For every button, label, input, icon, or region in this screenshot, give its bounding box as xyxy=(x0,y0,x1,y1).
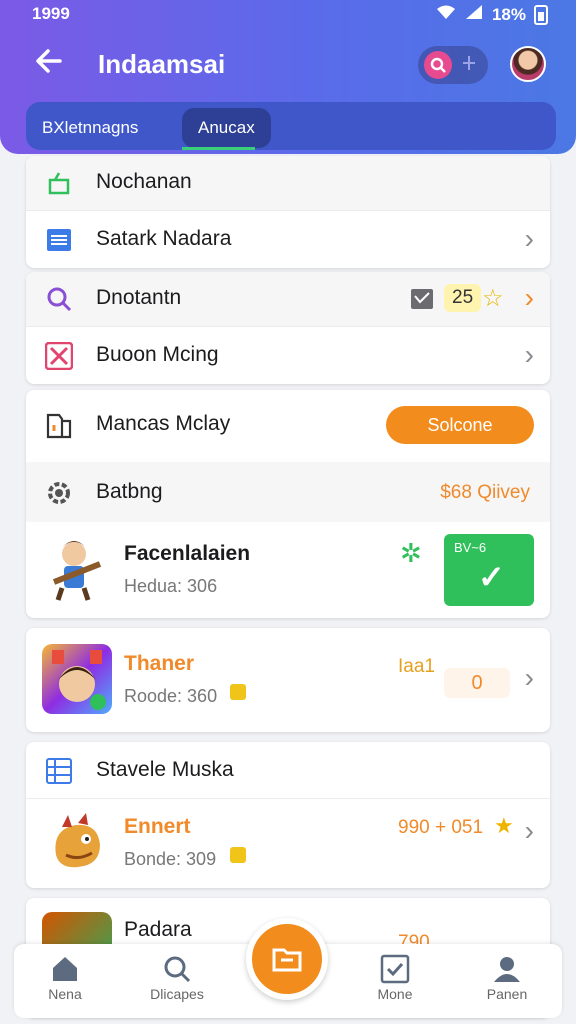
document-icon xyxy=(44,410,74,440)
list-item[interactable]: Nochanan xyxy=(26,156,550,210)
bag-icon xyxy=(44,168,74,198)
nav-item-label: Nena xyxy=(48,986,82,1002)
game-subtitle: Bonde: 309 xyxy=(124,849,217,869)
star-icon: ☆ xyxy=(482,285,504,312)
floating-action-button[interactable] xyxy=(246,918,328,1000)
section-header: Stavele Muska xyxy=(26,742,550,798)
tab-bar: BXletnnagns Anucax xyxy=(26,102,556,150)
battery-text: 18% xyxy=(491,4,526,24)
game-character-thumbnail xyxy=(42,534,112,604)
nav-item-label: Dlicapes xyxy=(150,986,204,1002)
game-title: Padara xyxy=(124,918,192,941)
game-thumbnail xyxy=(42,644,112,714)
section-heading: Stavele Muska xyxy=(96,758,234,781)
nav-item-label: Panen xyxy=(486,986,528,1002)
check-icon xyxy=(350,954,440,986)
search-icon[interactable] xyxy=(424,51,452,79)
list-item-label: Mancas Mclay xyxy=(96,412,231,435)
game-subtitle: Hedua: 306 xyxy=(124,576,218,596)
list-item[interactable]: Batbng $68 Qiivey xyxy=(26,462,550,522)
confirm-button-label: BV~6 xyxy=(454,540,487,555)
rating-badge: 25 xyxy=(444,284,482,312)
list-icon xyxy=(44,225,74,255)
chevron-right-icon: › xyxy=(524,662,534,693)
game-row[interactable]: Ennert Bonde: 309 990 + 051 ★ › xyxy=(26,799,550,888)
list-item[interactable]: Satark Nadara › xyxy=(26,211,550,268)
game-subtitle: Roode: 360 xyxy=(124,686,218,706)
badge-icon: ✲ xyxy=(400,538,422,568)
card-section-5: Stavele Muska Ennert Bonde: 309 990 + 05… xyxy=(26,742,550,888)
battery-icon xyxy=(534,4,548,25)
calendar-icon xyxy=(410,286,434,315)
chevron-right-icon: › xyxy=(524,282,534,313)
nav-item-home[interactable]: Nena xyxy=(20,954,110,1002)
list-item-label: Batbng xyxy=(96,480,163,503)
person-icon xyxy=(462,954,552,986)
chevron-right-icon: › xyxy=(524,339,534,370)
price-text: $68 Qiivey xyxy=(440,482,530,503)
list-item-label: Satark Nadara xyxy=(96,227,232,250)
status-time: 1999 xyxy=(32,4,70,23)
back-arrow-icon[interactable] xyxy=(34,46,74,86)
chevron-right-icon: › xyxy=(524,223,534,254)
nav-item-profile[interactable]: Panen xyxy=(462,954,552,1002)
list-item[interactable]: Buoon Mcing › xyxy=(26,327,550,384)
check-icon: ✓ xyxy=(478,559,505,595)
page-title: Indaamsai xyxy=(98,49,226,79)
card-section-2: Dnotantn 25 ☆ › Buoon Mcing › xyxy=(26,272,550,384)
search-toggle[interactable] xyxy=(418,46,488,84)
game-title: Thaner xyxy=(124,652,195,675)
coin-icon xyxy=(230,847,246,863)
list-item-label: Buoon Mcing xyxy=(96,343,219,366)
tab-second[interactable]: Anucax xyxy=(182,108,271,150)
status-icons: 18% xyxy=(436,4,548,25)
nav-item-label: Mone xyxy=(377,986,413,1002)
gear-icon xyxy=(44,478,74,508)
game-meta: Iaa1 xyxy=(398,656,435,677)
game-row[interactable]: Thaner Roode: 360 Iaa1 0 › xyxy=(26,628,550,732)
confirm-button[interactable]: BV~6 ✓ xyxy=(444,534,534,606)
status-bar: 1999 18% xyxy=(0,0,576,30)
game-title: Ennert xyxy=(124,815,191,838)
card-section-3: Mancas Mclay Solcone Batbng $68 Qiivey F… xyxy=(26,390,550,618)
image-icon xyxy=(44,341,74,371)
card-section-1: Nochanan Satark Nadara › xyxy=(26,156,550,268)
tab-first[interactable]: BXletnnagns xyxy=(26,108,154,148)
star-icon: ★ xyxy=(494,813,514,838)
search-icon xyxy=(132,954,222,986)
app-bar: 1999 18% Indaamsai BXletnnagns Anucax xyxy=(0,0,576,154)
game-title: Facenlalaien xyxy=(124,542,251,565)
game-value: 0 xyxy=(444,668,510,698)
game-row[interactable]: Facenlalaien Hedua: 306 ✲ BV~6 ✓ xyxy=(26,522,550,618)
coin-icon xyxy=(230,684,246,700)
game-meta: 990 + 051 xyxy=(398,817,484,838)
list-item-label: Dnotantn xyxy=(96,286,182,309)
list-item[interactable]: Dnotantn 25 ☆ › xyxy=(26,272,550,326)
table-icon xyxy=(44,756,74,786)
nav-item-search[interactable]: Dlicapes xyxy=(132,954,222,1002)
home-icon xyxy=(20,954,110,986)
dragon-thumbnail xyxy=(42,809,112,879)
folder-icon xyxy=(270,947,304,983)
select-button[interactable]: Solcone xyxy=(386,406,534,444)
list-item-label: Nochanan xyxy=(96,170,192,193)
signal-icon xyxy=(464,4,484,25)
chevron-right-icon: › xyxy=(524,815,534,846)
avatar[interactable] xyxy=(510,46,546,82)
voice-icon[interactable] xyxy=(460,54,478,77)
card-section-4: Thaner Roode: 360 Iaa1 0 › xyxy=(26,628,550,732)
list-item: Mancas Mclay Solcone xyxy=(26,390,550,462)
wifi-icon xyxy=(436,4,456,25)
search-icon xyxy=(44,284,74,314)
nav-item-tasks[interactable]: Mone xyxy=(350,954,440,1002)
